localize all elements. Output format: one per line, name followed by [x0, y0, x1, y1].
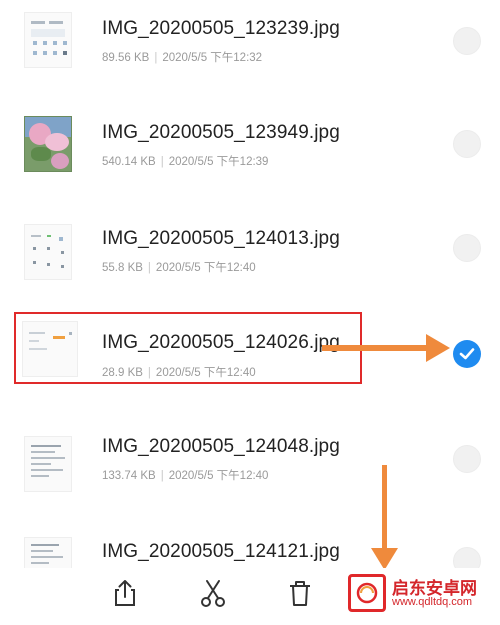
select-radio[interactable] [453, 234, 481, 262]
file-thumbnail [24, 224, 72, 280]
file-size: 89.56 KB [102, 52, 150, 64]
scissors-icon [201, 580, 225, 607]
select-radio-checked[interactable] [453, 340, 481, 368]
file-thumbnail [24, 436, 72, 492]
share-button[interactable] [110, 578, 140, 608]
arrow-head-down-icon [371, 548, 398, 570]
share-icon [115, 580, 135, 606]
file-meta: 55.8 KB | 2020/5/5 下午12:40 [102, 262, 256, 274]
file-name: IMG_20200505_124121.jpg [102, 541, 340, 562]
file-date: 2020/5/5 下午12:40 [155, 262, 256, 274]
trash-icon [290, 581, 310, 606]
file-row[interactable]: IMG_20200505_123239.jpg 89.56 KB | 2020/5/… [0, 0, 500, 100]
file-name: IMG_20200505_124013.jpg [102, 228, 340, 249]
file-row[interactable]: IMG_20200505_123949.jpg 540.14 KB | 2020/5… [0, 100, 500, 200]
select-radio[interactable] [453, 130, 481, 158]
file-meta: 89.56 KB | 2020/5/5 下午12:32 [102, 52, 263, 64]
file-date: 2020/5/5 下午12:32 [162, 52, 263, 64]
annotation-highlight-box [14, 312, 362, 384]
watermark: 启东安卓网 www.qdltdq.com [348, 570, 500, 612]
file-row[interactable]: IMG_20200505_124013.jpg 55.8 KB | 2020/5/5… [0, 210, 500, 310]
checkmark-icon [459, 348, 475, 360]
select-radio[interactable] [453, 27, 481, 55]
select-radio[interactable] [453, 445, 481, 473]
file-name: IMG_20200505_124048.jpg [102, 436, 340, 457]
file-row[interactable]: IMG_20200505_124048.jpg 133.74 KB | 2020/5… [0, 420, 500, 520]
file-name: IMG_20200505_123239.jpg [102, 18, 340, 39]
file-thumbnail [24, 116, 72, 172]
watermark-url: www.qdltdq.com [392, 596, 473, 608]
cut-button[interactable] [198, 578, 228, 608]
file-date: 2020/5/5 下午12:39 [168, 156, 269, 168]
file-name: IMG_20200505_123949.jpg [102, 122, 340, 143]
file-thumbnail [24, 12, 72, 68]
delete-button[interactable] [285, 578, 315, 608]
file-size: 55.8 KB [102, 262, 143, 274]
file-meta: 133.74 KB | 2020/5/5 下午12:40 [102, 470, 269, 482]
watermark-logo-icon [348, 574, 386, 612]
annotation-arrow-right [322, 345, 430, 351]
file-size: 133.74 KB [102, 470, 156, 482]
arrow-head-right-icon [426, 334, 450, 362]
annotation-arrow-down [382, 465, 387, 551]
file-meta: 540.14 KB | 2020/5/5 下午12:39 [102, 156, 269, 168]
file-date: 2020/5/5 下午12:40 [168, 470, 269, 482]
file-size: 540.14 KB [102, 156, 156, 168]
